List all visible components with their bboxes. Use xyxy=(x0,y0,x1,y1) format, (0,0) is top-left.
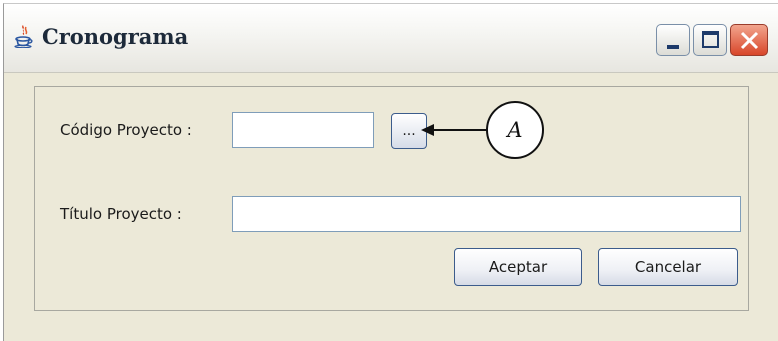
window-title: Cronograma xyxy=(42,24,189,49)
project-code-label: Código Proyecto : xyxy=(60,121,192,139)
cancel-button[interactable]: Cancelar xyxy=(598,248,738,286)
maximize-button[interactable] xyxy=(693,24,727,56)
maximize-icon xyxy=(702,31,719,48)
project-title-input[interactable] xyxy=(232,196,741,232)
annotation-label: A xyxy=(507,118,523,142)
title-bar[interactable]: Cronograma xyxy=(4,4,778,73)
minimize-icon xyxy=(667,45,679,49)
close-button[interactable] xyxy=(730,24,768,56)
close-icon xyxy=(740,31,759,50)
project-code-input[interactable] xyxy=(232,112,374,148)
minimize-button[interactable] xyxy=(656,24,690,56)
accept-button[interactable]: Aceptar xyxy=(454,248,582,286)
project-title-label: Título Proyecto : xyxy=(60,205,182,223)
browse-button[interactable]: ... xyxy=(391,113,427,149)
java-cup-icon xyxy=(14,24,36,49)
